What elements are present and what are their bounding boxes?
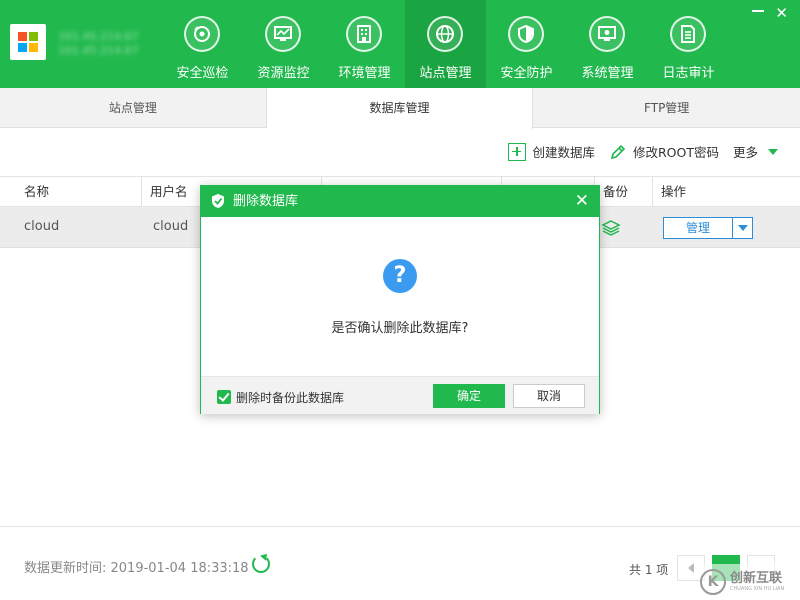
- chevron-down-icon: [768, 148, 778, 155]
- server-name: 101.45.214.67 101.45.214.67: [58, 30, 139, 57]
- confirm-button[interactable]: 确定: [433, 384, 505, 408]
- more-label: 更多: [732, 145, 758, 160]
- data-updated-time: 数据更新时间: 2019-01-04 18:33:18: [24, 561, 249, 576]
- nav-security-protection[interactable]: 安全防护: [486, 0, 567, 88]
- backup-layers-icon[interactable]: [601, 219, 621, 241]
- tab-database-management[interactable]: 数据库管理: [266, 88, 534, 129]
- tab-site-management[interactable]: 站点管理: [0, 88, 267, 128]
- nav-label: 系统管理: [581, 66, 634, 81]
- dialog-body: ? 是否确认删除此数据库?: [201, 217, 599, 376]
- confirm-question: 是否确认删除此数据库?: [331, 321, 469, 336]
- nav-environment[interactable]: 环境管理: [324, 0, 405, 88]
- nav-label: 安全巡检: [176, 66, 229, 81]
- shield-scan-icon: [184, 16, 220, 52]
- cell-name: cloud: [24, 219, 60, 234]
- plus-icon: [508, 142, 527, 161]
- app-header: 101.45.214.67 101.45.214.67 安全巡检 资源监控 环境…: [0, 0, 800, 88]
- nav-label: 站点管理: [419, 66, 472, 81]
- refresh-icon[interactable]: [252, 555, 270, 573]
- top-nav: 安全巡检 资源监控 环境管理 站点管理 安全防护 系统管理 日志审计: [162, 0, 729, 88]
- document-icon: [670, 16, 706, 52]
- column-header-name[interactable]: 名称: [16, 177, 142, 206]
- nav-label: 安全防护: [500, 66, 553, 81]
- nav-label: 资源监控: [257, 66, 310, 81]
- cell-username: cloud: [153, 219, 189, 234]
- building-icon: [346, 16, 382, 52]
- change-root-password-button[interactable]: 修改ROOT密码: [609, 142, 719, 161]
- chevron-left-icon: [688, 563, 694, 573]
- total-count: 共 1 项: [629, 563, 669, 577]
- close-icon[interactable]: ✕: [575, 191, 589, 211]
- nav-system-management[interactable]: 系统管理: [567, 0, 648, 88]
- nav-log-audit[interactable]: 日志审计: [648, 0, 729, 88]
- settings-monitor-icon: [589, 16, 625, 52]
- minimize-icon[interactable]: [752, 10, 764, 12]
- watermark-text: 创新互联: [730, 571, 783, 586]
- monitor-chart-icon: [265, 16, 301, 52]
- delete-database-dialog: 删除数据库 ✕ ? 是否确认删除此数据库? 删除时备份此数据库 确定 取消: [200, 185, 600, 414]
- more-dropdown[interactable]: 更多: [733, 142, 778, 161]
- manage-button[interactable]: 管理: [664, 218, 733, 238]
- cancel-button[interactable]: 取消: [513, 384, 585, 408]
- chevron-down-icon: [737, 225, 748, 231]
- windows-logo-icon: [10, 24, 46, 60]
- nav-site-management[interactable]: 站点管理: [405, 0, 486, 88]
- backup-before-delete-checkbox[interactable]: [217, 390, 231, 404]
- toolbar: 创建数据库 修改ROOT密码 更多: [508, 142, 778, 161]
- change-root-password-label: 修改ROOT密码: [632, 145, 719, 160]
- create-database-button[interactable]: 创建数据库: [508, 142, 595, 161]
- backup-before-delete-label[interactable]: 删除时备份此数据库: [236, 389, 344, 406]
- nav-label: 日志审计: [662, 66, 715, 81]
- manage-split-button: 管理: [663, 217, 753, 239]
- question-icon: ?: [383, 259, 417, 293]
- nav-resource-monitor[interactable]: 资源监控: [243, 0, 324, 88]
- edit-icon: [610, 144, 626, 159]
- tab-bar: 站点管理 数据库管理 FTP管理: [0, 88, 800, 129]
- watermark-subtext: CHUANG XIN HU LIAN: [730, 586, 785, 592]
- nav-label: 环境管理: [338, 66, 391, 81]
- manage-dropdown-toggle[interactable]: [733, 218, 752, 238]
- nav-security-inspection[interactable]: 安全巡检: [162, 0, 243, 88]
- dialog-footer: 删除时备份此数据库 确定 取消: [201, 376, 599, 414]
- footer: 数据更新时间: 2019-01-04 18:33:18 共 1 项: [0, 526, 800, 600]
- watermark-logo-icon: K: [700, 569, 726, 595]
- shield-icon: [508, 16, 544, 52]
- close-window-icon[interactable]: ✕: [775, 4, 788, 22]
- dialog-title: 删除数据库: [233, 194, 299, 209]
- globe-icon: [427, 16, 463, 52]
- create-database-label: 创建数据库: [532, 145, 595, 160]
- shield-logo-icon: [212, 194, 224, 208]
- tab-ftp-management[interactable]: FTP管理: [533, 88, 800, 128]
- watermark: K 创新互联 CHUANG XIN HU LIAN: [700, 564, 800, 600]
- dialog-header: 删除数据库 ✕: [201, 186, 599, 217]
- column-header-backup: 备份: [595, 177, 653, 206]
- column-header-action: 操作: [661, 184, 687, 199]
